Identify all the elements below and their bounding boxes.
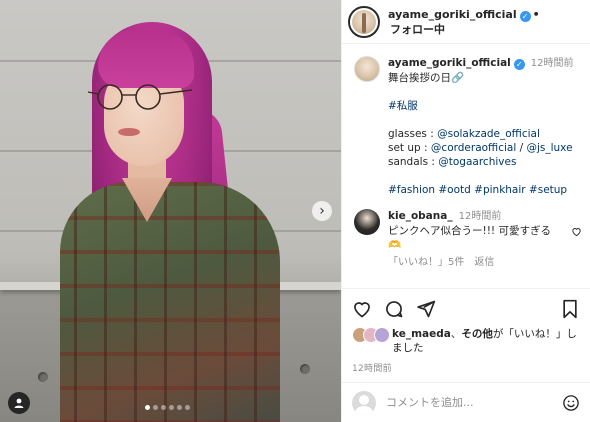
hair-bangs bbox=[98, 30, 194, 88]
carousel-dot bbox=[169, 405, 174, 410]
comment-username[interactable]: kie_obana_ bbox=[388, 210, 453, 222]
emoji-icon[interactable] bbox=[562, 394, 580, 412]
carousel-dot bbox=[177, 405, 182, 410]
likes-others-link[interactable]: その他 bbox=[461, 328, 493, 340]
carousel-dot bbox=[185, 405, 190, 410]
separator-dot: • bbox=[532, 7, 540, 21]
comment-avatar[interactable] bbox=[354, 209, 380, 235]
instagram-post: › ayame_goriki_official ✓ •フォロー中 ayame_g… bbox=[0, 0, 590, 422]
user-tag-icon[interactable] bbox=[8, 392, 30, 414]
viewer-avatar bbox=[352, 390, 376, 415]
caption-avatar[interactable] bbox=[354, 56, 380, 82]
wall-bolt bbox=[38, 372, 48, 382]
mention-link[interactable]: @corderaofficial bbox=[431, 142, 516, 154]
verified-icon: ✓ bbox=[519, 10, 531, 22]
liker-avatars[interactable] bbox=[352, 327, 392, 343]
comment-icon[interactable] bbox=[384, 299, 404, 319]
comment-text: ピンクヘア似合うー!!! 可愛すぎる🫶 bbox=[388, 225, 551, 251]
lips bbox=[118, 128, 140, 136]
caption-separator: / bbox=[516, 142, 527, 154]
carousel-dot bbox=[145, 405, 150, 410]
comment-item: kie_obana_ 12時間前 ピンクヘア似合うー!!! 可愛すぎる🫶 「いいね… bbox=[354, 209, 582, 270]
caption-label: set up : bbox=[388, 142, 431, 154]
mention-link[interactable]: @js_luxe bbox=[526, 142, 572, 154]
caption-label: glasses : bbox=[388, 128, 438, 140]
caption-body: ayame_goriki_official ✓ 12時間前 舞台挨拶の日🔗 #私服 … bbox=[388, 56, 574, 197]
account-username[interactable]: ayame_goriki_official bbox=[388, 8, 517, 21]
post-side-panel: ayame_goriki_official ✓ •フォロー中 ayame_gorik… bbox=[341, 0, 590, 422]
post-timestamp: 12時間前 bbox=[352, 364, 392, 374]
comment-body: kie_obana_ 12時間前 ピンクヘア似合うー!!! 可愛すぎる🫶 「いいね… bbox=[388, 209, 582, 270]
heart-icon[interactable] bbox=[352, 299, 372, 319]
likes-summary: ke_maeda、その他が「いいね！」しました bbox=[352, 323, 580, 355]
caption-username[interactable]: ayame_goriki_official bbox=[388, 57, 511, 69]
post-actions: ke_maeda、その他が「いいね！」しました 12時間前 bbox=[342, 288, 590, 374]
likes-connector: 、 bbox=[450, 328, 462, 340]
post-header: ayame_goriki_official ✓ • フォロー中 bbox=[342, 0, 590, 44]
post-photo[interactable]: › bbox=[0, 0, 341, 422]
bookmark-icon[interactable] bbox=[560, 299, 580, 319]
carousel-indicator bbox=[145, 405, 190, 410]
mention-link[interactable]: @togaarchives bbox=[438, 156, 516, 168]
caption-time: 12時間前 bbox=[530, 58, 574, 69]
heart-icon[interactable] bbox=[571, 226, 582, 240]
comment-time: 12時間前 bbox=[458, 211, 502, 222]
round-glasses bbox=[87, 84, 193, 110]
likes-text: ke_maeda、その他が「いいね！」しました bbox=[392, 327, 580, 355]
verified-icon: ✓ bbox=[513, 59, 525, 70]
hashtag-links[interactable]: #fashion #ootd #pinkhair #setup bbox=[388, 183, 574, 197]
mention-link[interactable]: @solakzade_official bbox=[437, 128, 540, 140]
carousel-dot bbox=[153, 405, 158, 410]
post-caption: ayame_goriki_official ✓ 12時間前 舞台挨拶の日🔗 #私服 … bbox=[354, 56, 582, 197]
add-comment-bar bbox=[342, 382, 590, 422]
reply-button[interactable]: 返信 bbox=[474, 257, 494, 268]
comment-meta: 「いいね！」5件 返信 bbox=[388, 256, 564, 270]
share-icon[interactable] bbox=[416, 299, 436, 319]
comment-like-count[interactable]: 「いいね！」5件 bbox=[388, 257, 464, 268]
account-avatar[interactable] bbox=[348, 5, 380, 38]
wall-bolt bbox=[300, 364, 310, 374]
header-text: ayame_goriki_official ✓ • フォロー中 bbox=[388, 7, 582, 37]
liker-avatar bbox=[374, 327, 390, 343]
plaid-shirt bbox=[60, 182, 280, 422]
chevron-right-icon[interactable]: › bbox=[312, 201, 332, 221]
caption-line: 舞台挨拶の日🔗 bbox=[388, 72, 465, 84]
caption-label: sandals : bbox=[388, 156, 439, 168]
follow-status-button[interactable]: フォロー中 bbox=[390, 23, 445, 36]
hashtag-link[interactable]: #私服 bbox=[388, 99, 574, 113]
action-icons bbox=[352, 295, 580, 323]
comments-area: ayame_goriki_official ✓ 12時間前 舞台挨拶の日🔗 #私服 … bbox=[342, 44, 590, 288]
comment-input[interactable] bbox=[386, 396, 562, 409]
carousel-dot bbox=[161, 405, 166, 410]
liker-username[interactable]: ke_maeda bbox=[392, 328, 451, 340]
